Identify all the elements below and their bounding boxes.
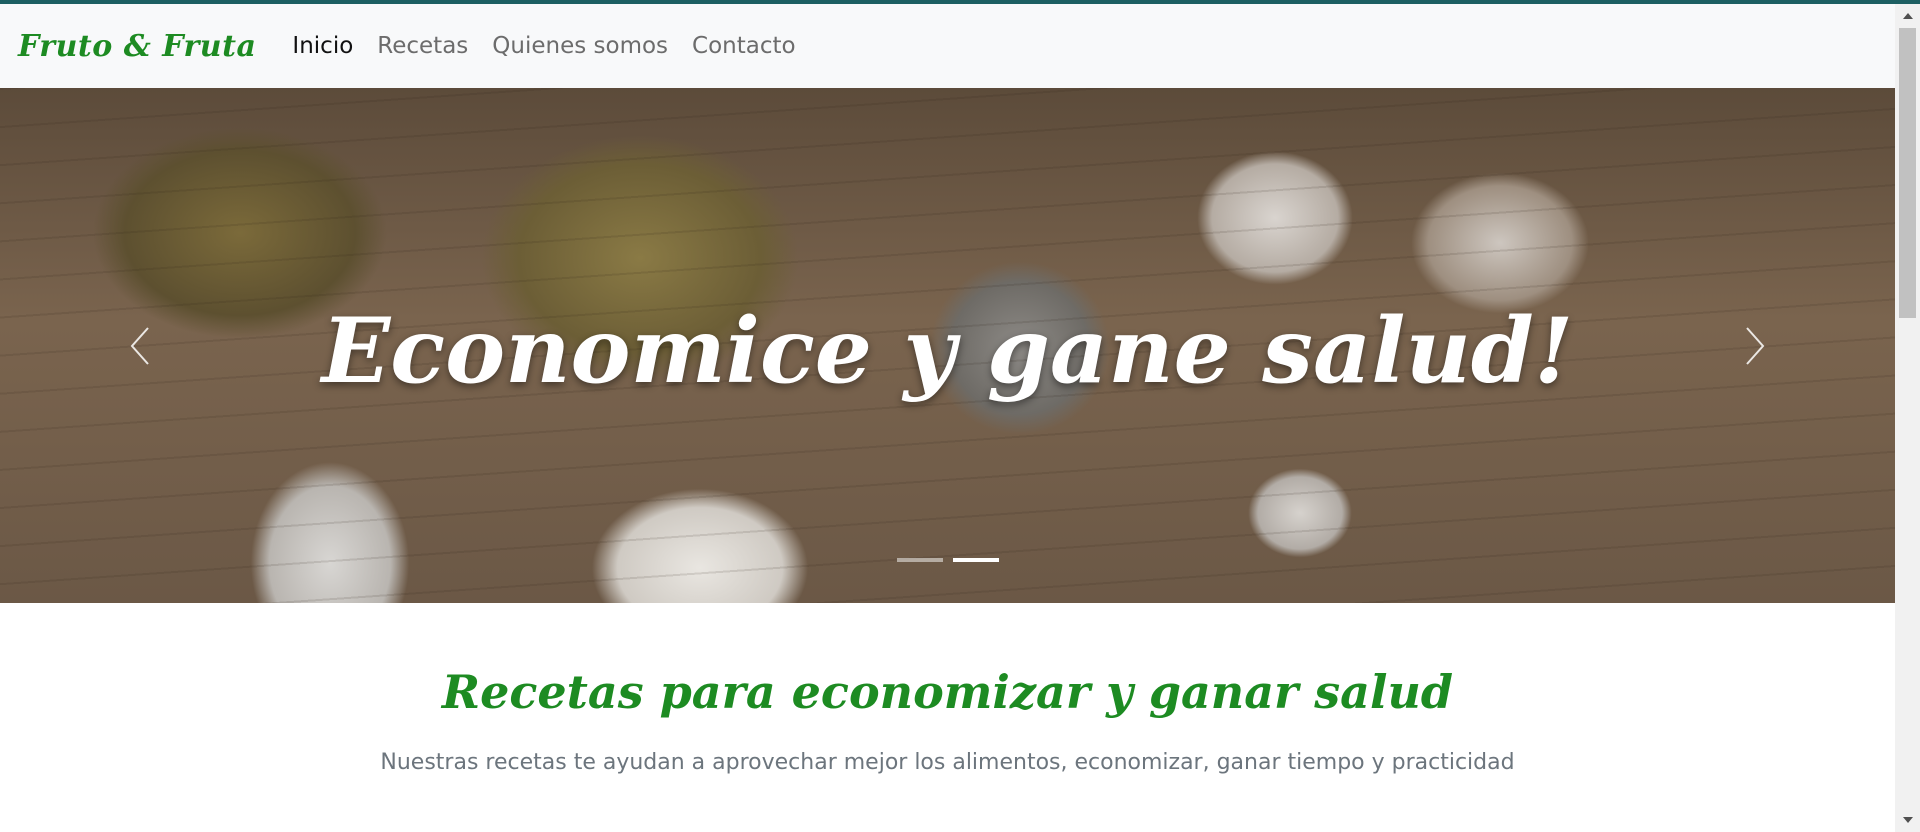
carousel-caption: Economice y gane salud! <box>321 298 1574 404</box>
nav-link-quienes-somos[interactable]: Quienes somos <box>492 33 668 59</box>
section-title: Recetas para economizar y ganar salud <box>441 665 1454 719</box>
nav-link-contacto[interactable]: Contacto <box>692 33 796 59</box>
hero-carousel: Economice y gane salud! <box>0 88 1895 603</box>
chevron-right-icon <box>1746 326 1765 365</box>
carousel-indicator-2[interactable] <box>952 558 999 562</box>
carousel-next-button[interactable] <box>1680 88 1830 603</box>
scroll-up-arrow[interactable] <box>1895 6 1920 26</box>
triangle-up-icon <box>1902 13 1913 19</box>
navbar: Fruto & Fruta Inicio Recetas Quienes som… <box>0 4 1895 88</box>
scrollbar-thumb[interactable] <box>1899 28 1916 318</box>
carousel-indicator-1[interactable] <box>896 558 943 562</box>
nav-link-inicio[interactable]: Inicio <box>292 33 353 59</box>
brand-logo[interactable]: Fruto & Fruta <box>18 29 256 64</box>
carousel-indicators <box>0 558 1895 562</box>
triangle-down-icon <box>1902 817 1913 823</box>
scroll-down-arrow[interactable] <box>1895 810 1920 830</box>
section-subtitle: Nuestras recetas te ayudan a aprovechar … <box>380 750 1515 775</box>
nav-link-recetas[interactable]: Recetas <box>377 33 468 59</box>
page-scrollbar[interactable] <box>1895 4 1920 832</box>
